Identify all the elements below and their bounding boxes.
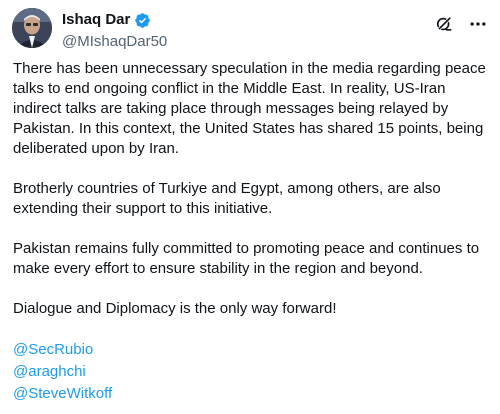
mention-link-secrubio[interactable]: @SecRubio xyxy=(13,339,491,361)
tweet-card: Ishaq Dar @MIshaqDar50 There has been un… xyxy=(0,0,500,414)
top-actions xyxy=(434,14,488,34)
mention-link-stevewitkoff[interactable]: @SteveWitkoff xyxy=(13,383,491,405)
grok-icon[interactable] xyxy=(434,14,454,34)
tweet-paragraph-1: There has been unnecessary speculation i… xyxy=(13,60,486,157)
author-avatar[interactable] xyxy=(12,8,52,48)
tweet-paragraph-3: Pakistan remains fully committed to prom… xyxy=(13,240,480,277)
tweet-text: There has been unnecessary speculation i… xyxy=(13,59,491,405)
mention-link-araghchi[interactable]: @araghchi xyxy=(13,361,491,383)
name-row: Ishaq Dar xyxy=(62,10,167,30)
tweet-paragraph-2: Brotherly countries of Turkiye and Egypt… xyxy=(13,180,441,217)
verified-badge-icon xyxy=(134,12,151,29)
author-handle[interactable]: @MIshaqDar50 xyxy=(62,32,167,52)
more-options-icon[interactable] xyxy=(468,14,488,34)
author-info: Ishaq Dar @MIshaqDar50 xyxy=(62,10,167,52)
tweet-paragraph-4: Dialogue and Diplomacy is the only way f… xyxy=(13,300,337,317)
author-display-name[interactable]: Ishaq Dar xyxy=(62,10,130,30)
